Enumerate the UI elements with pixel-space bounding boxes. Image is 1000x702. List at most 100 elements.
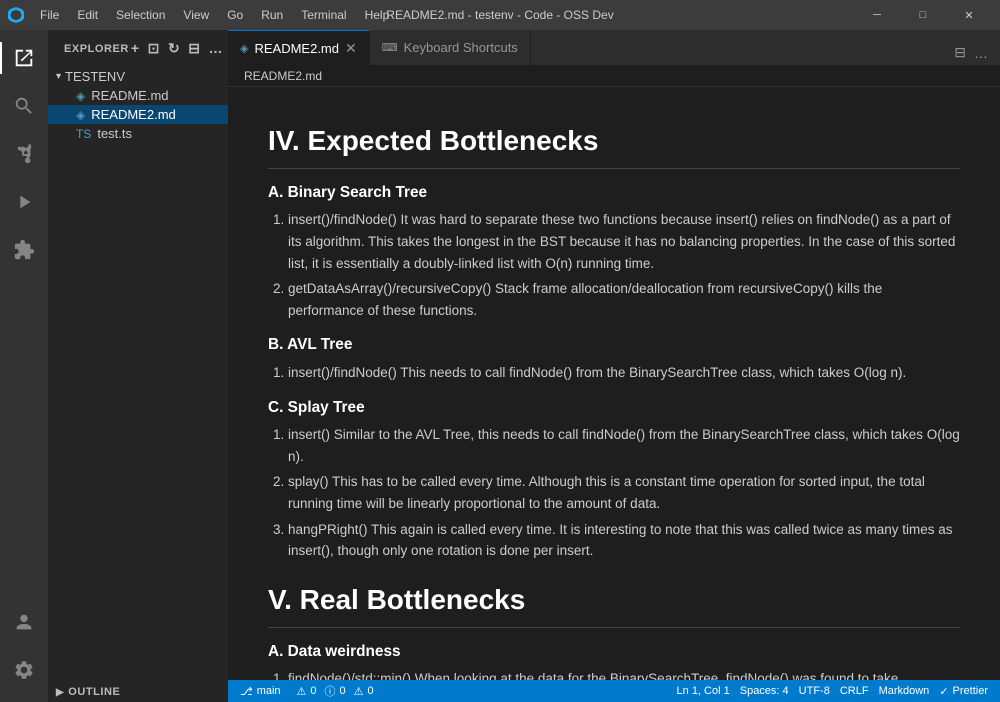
line-endings-status[interactable]: CRLF (836, 685, 873, 697)
status-bar-right: Ln 1, Col 1 Spaces: 4 UTF-8 CRLF Markdow… (673, 685, 992, 698)
outline-label: OUTLINE (68, 686, 120, 698)
error-icon: ⚠ (297, 685, 307, 698)
main-layout: EXPLORER + ⊡ ↻ ⊟ … ▾ TESTENV ◈ README.md… (0, 30, 1000, 702)
list-item: insert()/findNode() It was hard to separ… (288, 209, 960, 274)
language-mode-status[interactable]: Markdown (875, 685, 934, 697)
list-item: getDataAsArray()/recursiveCopy() Stack f… (288, 278, 960, 321)
section-c-splay: C. Splay Tree (268, 396, 960, 421)
sidebar-item-readme2-md[interactable]: ◈ README2.md (48, 105, 228, 124)
new-file-button[interactable]: + (129, 38, 142, 59)
list-item: insert()/findNode() This needs to call f… (288, 362, 960, 384)
sidebar-item-test-ts[interactable]: TS test.ts (48, 124, 228, 143)
md-file-icon: ◈ (76, 89, 85, 103)
problems-status[interactable]: ⚠ 0 ⓘ 0 ⚠ 0 (293, 683, 378, 699)
menu-edit[interactable]: Edit (69, 6, 106, 24)
cursor-position-label: Ln 1, Col 1 (677, 685, 730, 697)
section-a-bst: A. Binary Search Tree (268, 181, 960, 206)
editor-content[interactable]: IV. Expected Bottlenecks A. Binary Searc… (228, 87, 1000, 680)
menu-terminal[interactable]: Terminal (293, 6, 354, 24)
section-a-list: insert()/findNode() It was hard to separ… (288, 209, 960, 321)
formatter-icon: ✓ (939, 685, 948, 698)
section-heading-v: V. Real Bottlenecks (268, 578, 960, 628)
menu-bar: File Edit Selection View Go Run Terminal… (32, 6, 397, 24)
warning-icon: ⚠ (354, 685, 364, 698)
sidebar-item-readme-md[interactable]: ◈ README.md (48, 86, 228, 105)
encoding-status[interactable]: UTF-8 (795, 685, 834, 697)
git-branch-status[interactable]: ⎇ main (236, 685, 285, 698)
menu-selection[interactable]: Selection (108, 6, 173, 24)
warning-count: 0 (368, 685, 374, 697)
list-item: findNode()/std::min() When looking at th… (288, 668, 960, 680)
menu-view[interactable]: View (175, 6, 217, 24)
sidebar-title: EXPLORER (64, 43, 129, 55)
list-item: splay() This has to be called every time… (288, 471, 960, 514)
search-activity-icon[interactable] (0, 82, 48, 130)
error-count: 0 (310, 685, 316, 697)
new-folder-button[interactable]: ⊡ (146, 38, 162, 59)
git-branch-icon: ⎇ (240, 685, 253, 698)
source-control-activity-icon[interactable] (0, 130, 48, 178)
ts-file-icon: TS (76, 127, 91, 141)
sidebar-tree: ▾ TESTENV ◈ README.md ◈ README2.md TS te… (48, 67, 228, 682)
indentation-status[interactable]: Spaces: 4 (736, 685, 793, 697)
account-activity-icon[interactable] (0, 598, 48, 646)
section-a-data-list: findNode()/std::min() When looking at th… (288, 668, 960, 680)
workspace-folder[interactable]: ▾ TESTENV (48, 67, 228, 86)
tab-kbd-icon: ⌨ (382, 41, 398, 54)
tab-keyboard-label: Keyboard Shortcuts (404, 40, 518, 55)
collapse-all-button[interactable]: ⊟ (186, 38, 202, 59)
breadcrumb-file[interactable]: README2.md (244, 69, 322, 83)
minimize-button[interactable]: ─ (854, 0, 900, 30)
section-b-avl: B. AVL Tree (268, 333, 960, 358)
close-button[interactable]: ✕ (946, 0, 992, 30)
menu-run[interactable]: Run (253, 6, 291, 24)
section-heading-iv: IV. Expected Bottlenecks (268, 119, 960, 169)
outline-section[interactable]: ▶ OUTLINE (48, 682, 228, 702)
section-a-data: A. Data weirdness (268, 640, 960, 665)
outline-arrow: ▶ (56, 687, 64, 698)
title-bar: File Edit Selection View Go Run Terminal… (0, 0, 1000, 30)
maximize-button[interactable]: □ (900, 0, 946, 30)
more-tabs-button[interactable]: … (970, 41, 992, 65)
section-b-list: insert()/findNode() This needs to call f… (288, 362, 960, 384)
menu-file[interactable]: File (32, 6, 67, 24)
window-title: README2.md - testenv - Code - OSS Dev (386, 8, 613, 22)
settings-activity-icon[interactable] (0, 646, 48, 694)
language-mode-label: Markdown (879, 685, 930, 697)
activity-bar (0, 30, 48, 702)
tab-keyboard-shortcuts[interactable]: ⌨ Keyboard Shortcuts (370, 30, 531, 65)
workspace-name: TESTENV (65, 69, 125, 84)
tab-md-icon: ◈ (240, 42, 248, 55)
sidebar-item-label: README.md (91, 88, 168, 103)
extensions-activity-icon[interactable] (0, 226, 48, 274)
more-actions-button[interactable]: … (207, 38, 226, 59)
explorer-activity-icon[interactable] (0, 34, 48, 82)
tab-close-button[interactable]: ✕ (345, 40, 357, 57)
encoding-label: UTF-8 (799, 685, 830, 697)
sidebar-header: EXPLORER + ⊡ ↻ ⊟ … (48, 30, 228, 67)
sidebar-item-label-active: README2.md (91, 107, 176, 122)
git-branch-label: main (257, 685, 281, 697)
title-bar-left: File Edit Selection View Go Run Terminal… (8, 6, 397, 24)
status-bar: ⎇ main ⚠ 0 ⓘ 0 ⚠ 0 Ln 1, Col 1 Spaces: 4 (228, 680, 1000, 702)
section-c-list: insert() Similar to the AVL Tree, this n… (288, 424, 960, 562)
formatter-label: Prettier (953, 685, 988, 697)
sidebar: EXPLORER + ⊡ ↻ ⊟ … ▾ TESTENV ◈ README.md… (48, 30, 228, 702)
split-editor-button[interactable]: ⊟ (950, 40, 970, 65)
menu-go[interactable]: Go (219, 6, 251, 24)
app-icon (8, 7, 24, 23)
md-file-icon-2: ◈ (76, 108, 85, 122)
editor-area: ◈ README2.md ✕ ⌨ Keyboard Shortcuts ⊟ … … (228, 30, 1000, 702)
folder-arrow: ▾ (56, 71, 61, 82)
refresh-button[interactable]: ↻ (166, 38, 182, 59)
cursor-position-status[interactable]: Ln 1, Col 1 (673, 685, 734, 697)
sidebar-header-actions: + ⊡ ↻ ⊟ … (129, 38, 225, 59)
activity-bar-bottom (0, 598, 48, 702)
info-count: 0 (340, 685, 346, 697)
indentation-label: Spaces: 4 (740, 685, 789, 697)
tabs-bar: ◈ README2.md ✕ ⌨ Keyboard Shortcuts ⊟ … (228, 30, 1000, 65)
breadcrumb: README2.md (228, 65, 1000, 87)
run-activity-icon[interactable] (0, 178, 48, 226)
tab-readme2-md[interactable]: ◈ README2.md ✕ (228, 30, 370, 65)
formatter-status[interactable]: ✓ Prettier (935, 685, 992, 698)
